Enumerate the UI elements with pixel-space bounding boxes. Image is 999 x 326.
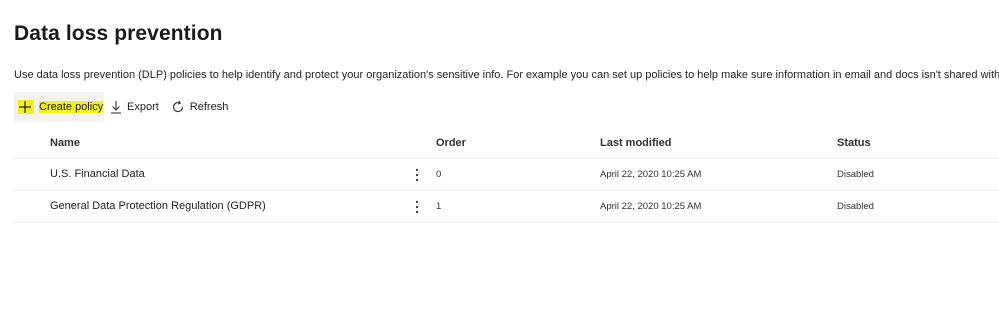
table-header: Name Order Last modified Status [14, 128, 999, 159]
more-options-icon[interactable] [412, 199, 422, 215]
policy-name[interactable]: General Data Protection Regulation (GDPR… [50, 191, 266, 222]
table-row[interactable]: General Data Protection Regulation (GDPR… [14, 191, 999, 223]
policy-order: 0 [436, 169, 442, 180]
column-header-last-modified[interactable]: Last modified [600, 128, 672, 158]
policy-order: 1 [436, 201, 442, 212]
policy-last-modified: April 22, 2020 10:25 AM [600, 201, 702, 212]
refresh-label: Refresh [189, 101, 229, 113]
page-description: Use data loss prevention (DLP) policies … [14, 69, 999, 81]
command-bar: Create policy Export Refresh [14, 92, 228, 122]
more-options-icon[interactable] [412, 167, 422, 183]
policy-status: Disabled [837, 169, 874, 180]
refresh-button[interactable]: Refresh [171, 92, 229, 122]
policy-last-modified: April 22, 2020 10:25 AM [600, 169, 702, 180]
page-title: Data loss prevention [14, 22, 223, 45]
policy-name[interactable]: U.S. Financial Data [50, 159, 145, 190]
dlp-page: Data loss prevention Use data loss preve… [0, 0, 999, 326]
plus-icon [18, 100, 34, 114]
export-button[interactable]: Export [110, 92, 159, 122]
column-header-status[interactable]: Status [837, 128, 871, 158]
policy-status: Disabled [837, 201, 874, 212]
refresh-icon [171, 100, 185, 114]
column-header-order[interactable]: Order [436, 128, 466, 158]
create-policy-button[interactable]: Create policy [14, 92, 104, 122]
download-icon [110, 100, 122, 114]
create-policy-label: Create policy [39, 101, 104, 113]
column-header-name[interactable]: Name [50, 128, 80, 158]
export-label: Export [127, 101, 159, 113]
table-row[interactable]: U.S. Financial Data 0 April 22, 2020 10:… [14, 159, 999, 191]
